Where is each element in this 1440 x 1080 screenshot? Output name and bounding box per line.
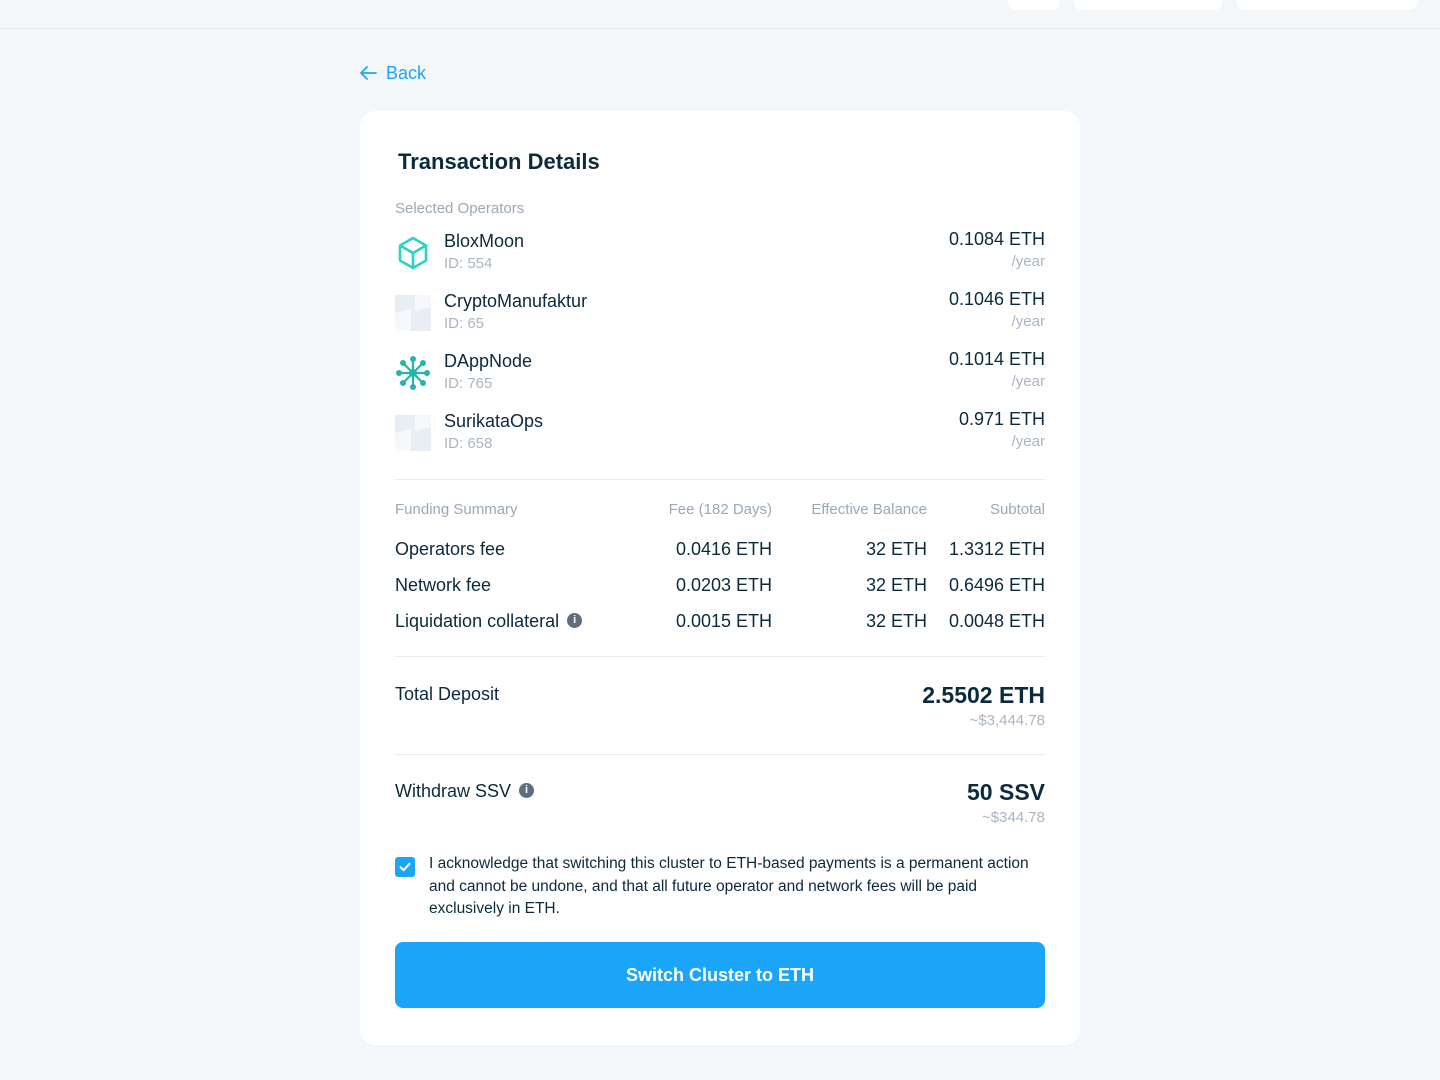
- withdraw-ssv-label-wrap: Withdraw SSV i: [395, 781, 535, 802]
- top-bar: [0, 0, 1440, 29]
- operator-fee-period: /year: [1011, 313, 1045, 330]
- withdraw-ssv-label: Withdraw SSV: [395, 781, 512, 801]
- top-bar-button[interactable]: [1008, 0, 1060, 10]
- row-label-wrap: Liquidation collateral i: [395, 611, 583, 632]
- row-label: Liquidation collateral: [395, 611, 560, 631]
- table-row: Network fee 0.0203 ETH 32 ETH 0.6496 ETH: [395, 575, 1045, 611]
- info-icon[interactable]: i: [519, 782, 535, 798]
- check-icon: [399, 862, 411, 872]
- card-title: Transaction Details: [398, 149, 600, 174]
- operator-row: SurikataOps ID: 658 0.971 ETH /year: [395, 407, 1045, 467]
- total-deposit-value: 2.5502 ETH: [922, 682, 1045, 708]
- operator-id: ID: 65: [444, 315, 485, 332]
- funding-summary-table: Funding Summary Fee (182 Days) Effective…: [395, 501, 1045, 647]
- header-funding-summary: Funding Summary: [395, 501, 518, 518]
- table-row: Liquidation collateral i 0.0015 ETH 32 ET…: [395, 611, 1045, 647]
- row-label: Network fee: [395, 575, 492, 595]
- operator-name: BloxMoon: [444, 231, 525, 251]
- header-effective-balance: Effective Balance: [811, 501, 927, 518]
- acknowledge-checkbox[interactable]: [395, 857, 415, 877]
- switch-cluster-button[interactable]: Switch Cluster to ETH: [395, 942, 1045, 1008]
- operator-fee-period: /year: [1011, 373, 1045, 390]
- divider: [395, 479, 1045, 480]
- divider: [395, 754, 1045, 755]
- header-subtotal: Subtotal: [989, 501, 1045, 518]
- operator-list: BloxMoon ID: 554 0.1084 ETH /year Crypto…: [395, 227, 1045, 467]
- placeholder-logo-icon: [395, 295, 431, 331]
- operator-id: ID: 658: [444, 435, 493, 452]
- operator-name: DAppNode: [444, 351, 533, 371]
- divider: [395, 656, 1045, 657]
- back-link[interactable]: Back: [358, 60, 426, 86]
- row-fee: 0.0203 ETH: [675, 575, 772, 595]
- row-balance: 32 ETH: [865, 575, 927, 595]
- operator-name: SurikataOps: [444, 411, 544, 431]
- row-fee: 0.0015 ETH: [675, 611, 772, 631]
- operator-row: BloxMoon ID: 554 0.1084 ETH /year: [395, 227, 1045, 287]
- arrow-left-icon: [360, 66, 377, 80]
- acknowledge-text: I acknowledge that switching this cluste…: [429, 855, 1029, 917]
- transaction-details-card: Transaction Details Selected Operators B…: [360, 111, 1080, 1045]
- row-balance: 32 ETH: [865, 611, 927, 631]
- back-label: Back: [386, 62, 427, 83]
- top-bar-button[interactable]: [1074, 0, 1222, 10]
- withdraw-ssv-value: 50 SSV: [967, 779, 1045, 805]
- operator-fee: 0.971 ETH: [958, 409, 1045, 429]
- operator-fee: 0.1084 ETH: [948, 229, 1045, 249]
- withdraw-ssv-usd: ~$344.78: [982, 809, 1045, 826]
- table-header: Funding Summary Fee (182 Days) Effective…: [395, 501, 1045, 539]
- network-logo-icon: [396, 356, 430, 390]
- operator-row: CryptoManufaktur ID: 65 0.1046 ETH /year: [395, 287, 1045, 347]
- total-deposit-usd: ~$3,444.78: [969, 712, 1046, 729]
- info-icon[interactable]: i: [567, 612, 583, 628]
- operator-fee-period: /year: [1011, 253, 1045, 270]
- row-label: Operators fee: [395, 539, 506, 559]
- operator-name: CryptoManufaktur: [444, 291, 588, 311]
- row-balance: 32 ETH: [865, 539, 927, 559]
- row-fee: 0.0416 ETH: [675, 539, 772, 559]
- table-row: Operators fee 0.0416 ETH 32 ETH 1.3312 E…: [395, 539, 1045, 575]
- selected-operators-label: Selected Operators: [395, 200, 525, 217]
- placeholder-logo-icon: [395, 415, 431, 451]
- operator-fee: 0.1014 ETH: [948, 349, 1045, 369]
- operator-fee: 0.1046 ETH: [948, 289, 1045, 309]
- total-deposit-label: Total Deposit: [395, 684, 500, 704]
- top-bar-button[interactable]: [1237, 0, 1417, 10]
- operator-id: ID: 554: [444, 255, 493, 272]
- header-fee: Fee (182 Days): [668, 501, 772, 518]
- operator-id: ID: 765: [444, 375, 493, 392]
- operator-fee-period: /year: [1011, 433, 1045, 450]
- row-subtotal: 1.3312 ETH: [948, 539, 1045, 559]
- operator-row: DAppNode ID: 765 0.1014 ETH /year: [395, 347, 1045, 407]
- row-subtotal: 0.0048 ETH: [948, 611, 1045, 631]
- row-subtotal: 0.6496 ETH: [948, 575, 1045, 595]
- cube-logo-icon: [398, 236, 428, 270]
